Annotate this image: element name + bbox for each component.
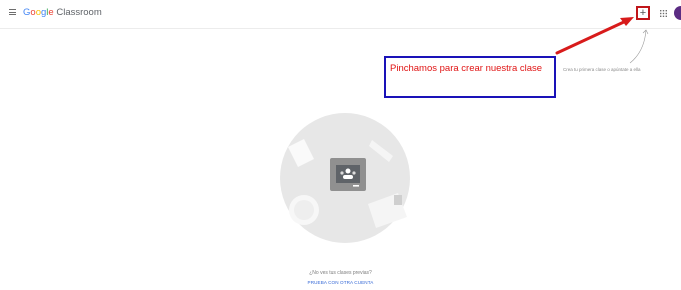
callout-text: Pinchamos para crear nuestra clase bbox=[390, 63, 543, 74]
annotation-callout: Pinchamos para crear nuestra clase bbox=[384, 56, 556, 98]
empty-state-illustration bbox=[280, 113, 410, 243]
create-class-hint: Crea tu primera clase o apúntate a ella bbox=[563, 67, 641, 72]
previous-classes-question: ¿No ves tus clases previas? bbox=[309, 270, 372, 276]
switch-account-link[interactable]: PRUEBA CON OTRA CUENTA bbox=[0, 280, 681, 285]
callout-arrow bbox=[555, 19, 628, 55]
hint-arrow bbox=[629, 29, 647, 64]
